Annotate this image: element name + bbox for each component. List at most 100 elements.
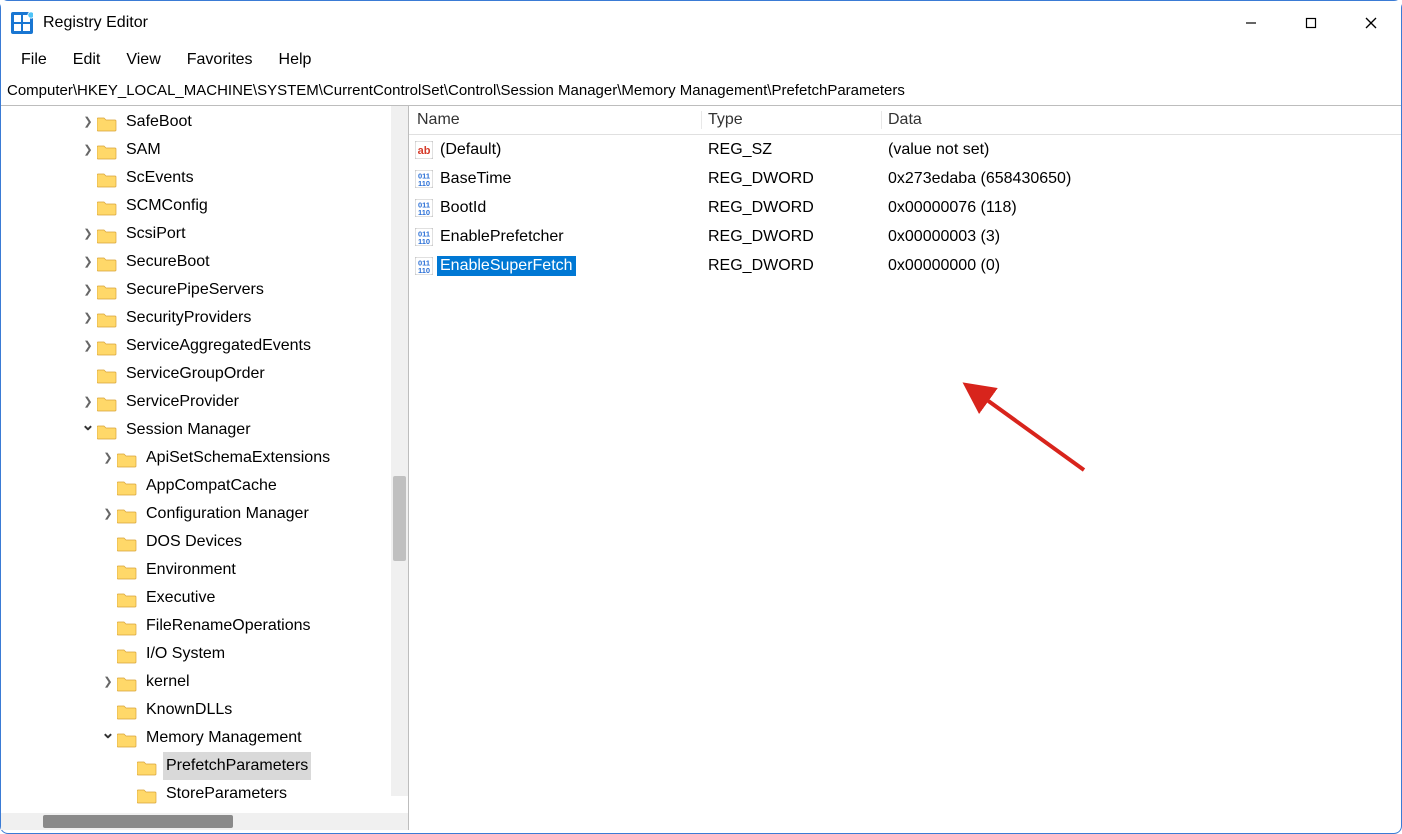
chevron-right-icon[interactable]: ❯ — [81, 136, 95, 164]
tree-item-label: SecurityProviders — [123, 304, 254, 332]
folder-icon — [97, 226, 117, 243]
list-row[interactable]: EnableSuperFetchREG_DWORD0x00000000 (0) — [409, 251, 1401, 280]
list-row[interactable]: EnablePrefetcherREG_DWORD0x00000003 (3) — [409, 222, 1401, 251]
tree-item[interactable]: ❯SafeBoot — [1, 108, 408, 136]
chevron-right-icon[interactable]: ❯ — [81, 332, 95, 360]
chevron-down-icon[interactable]: ⌄ — [81, 412, 95, 440]
value-name: EnablePrefetcher — [437, 227, 567, 247]
scrollbar-thumb[interactable] — [393, 476, 406, 561]
tree-item[interactable]: ⌄Session Manager — [1, 416, 408, 444]
menu-file[interactable]: File — [9, 49, 59, 71]
value-type: REG_DWORD — [702, 228, 882, 246]
chevron-right-icon[interactable]: ❯ — [101, 444, 115, 472]
folder-icon — [117, 702, 137, 719]
tree-item[interactable]: FileRenameOperations — [1, 612, 408, 640]
folder-icon — [117, 674, 137, 691]
value-data: (value not set) — [882, 141, 1401, 159]
tree-item[interactable]: ❯ SecurityProviders — [1, 304, 408, 332]
tree-item-label: ScsiPort — [123, 220, 189, 248]
menu-edit[interactable]: Edit — [61, 49, 113, 71]
dword-value-icon — [415, 257, 433, 275]
tree-item-label: ServiceProvider — [123, 388, 242, 416]
tree-item[interactable]: ❯ApiSetSchemaExtensions — [1, 444, 408, 472]
column-header-type[interactable]: Type — [702, 111, 882, 129]
tree-item[interactable]: Executive — [1, 584, 408, 612]
values-list[interactable]: (Default) REG_SZ(value not set) BaseTimeRE… — [409, 135, 1401, 280]
folder-icon — [97, 114, 117, 131]
tree-item[interactable]: SCMConfig — [1, 192, 408, 220]
folder-icon — [137, 758, 157, 775]
tree-item[interactable]: I/O System — [1, 640, 408, 668]
values-list-panel: Name Type Data (Default) REG_SZ(value not… — [409, 106, 1401, 830]
list-header: Name Type Data — [409, 106, 1401, 135]
chevron-right-icon[interactable]: ❯ — [81, 108, 95, 136]
chevron-right-icon[interactable]: ❯ — [81, 220, 95, 248]
value-type: REG_SZ — [702, 141, 882, 159]
tree-item[interactable]: ❯ SecurePipeServers — [1, 276, 408, 304]
main-split: ❯SafeBoot❯SAMScEventsSCMConfig❯ScsiPort❯… — [1, 106, 1401, 830]
list-row[interactable]: BaseTimeREG_DWORD0x273edaba (658430650) — [409, 164, 1401, 193]
folder-icon — [117, 562, 137, 579]
chevron-right-icon[interactable]: ❯ — [81, 304, 95, 332]
minimize-button[interactable] — [1221, 1, 1281, 45]
menu-favorites[interactable]: Favorites — [175, 49, 265, 71]
value-name: (Default) — [437, 140, 504, 160]
tree-item[interactable]: ScEvents — [1, 164, 408, 192]
chevron-right-icon[interactable]: ❯ — [81, 276, 95, 304]
folder-icon — [97, 254, 117, 271]
scrollbar-thumb[interactable] — [43, 815, 233, 828]
folder-icon — [97, 422, 117, 439]
value-name: BootId — [437, 198, 489, 218]
tree-item-label: Session Manager — [123, 416, 254, 444]
tree-item-label: DOS Devices — [143, 528, 245, 556]
registry-tree[interactable]: ❯SafeBoot❯SAMScEventsSCMConfig❯ScsiPort❯… — [1, 106, 408, 810]
tree-item[interactable]: DOS Devices — [1, 528, 408, 556]
tree-item-label: SAM — [123, 136, 164, 164]
address-bar[interactable]: Computer\HKEY_LOCAL_MACHINE\SYSTEM\Curre… — [1, 78, 1401, 106]
tree-item-label: kernel — [143, 668, 193, 696]
tree-item[interactable]: ❯ServiceAggregatedEvents — [1, 332, 408, 360]
folder-icon — [117, 730, 137, 747]
folder-icon — [117, 478, 137, 495]
tree-item-label: FileRenameOperations — [143, 612, 314, 640]
list-row[interactable]: (Default) REG_SZ(value not set) — [409, 135, 1401, 164]
tree-item[interactable]: ❯ Configuration Manager — [1, 500, 408, 528]
tree-item[interactable]: ❯ ScsiPort — [1, 220, 408, 248]
tree-vertical-scrollbar[interactable] — [391, 106, 408, 796]
tree-item[interactable]: ❯ServiceProvider — [1, 388, 408, 416]
tree-item[interactable]: Environment — [1, 556, 408, 584]
tree-item[interactable]: PrefetchParameters — [1, 752, 408, 780]
column-header-data[interactable]: Data — [882, 111, 1401, 129]
dword-value-icon — [415, 228, 433, 246]
string-value-icon — [415, 141, 433, 159]
chevron-down-icon[interactable]: ⌄ — [101, 720, 115, 748]
close-button[interactable] — [1341, 1, 1401, 45]
tree-item-label: SCMConfig — [123, 192, 211, 220]
menu-help[interactable]: Help — [267, 49, 324, 71]
app-icon — [11, 12, 33, 34]
menu-view[interactable]: View — [114, 49, 172, 71]
tree-item[interactable]: ⌄Memory Management — [1, 724, 408, 752]
maximize-button[interactable] — [1281, 1, 1341, 45]
tree-horizontal-scrollbar[interactable] — [1, 813, 408, 830]
list-row[interactable]: BootIdREG_DWORD0x00000076 (118) — [409, 193, 1401, 222]
tree-item[interactable]: ❯ SAM — [1, 136, 408, 164]
tree-item[interactable]: ❯ kernel — [1, 668, 408, 696]
folder-icon — [117, 618, 137, 635]
tree-item[interactable]: ❯SecureBoot — [1, 248, 408, 276]
tree-item-label: Configuration Manager — [143, 500, 312, 528]
chevron-right-icon[interactable]: ❯ — [81, 248, 95, 276]
folder-icon — [97, 310, 117, 327]
tree-item[interactable]: AppCompatCache — [1, 472, 408, 500]
tree-item-label: Executive — [143, 584, 218, 612]
tree-item[interactable]: StoreParameters — [1, 780, 408, 808]
chevron-right-icon[interactable]: ❯ — [101, 500, 115, 528]
tree-item-label: PrefetchParameters — [163, 752, 311, 780]
tree-item[interactable]: ServiceGroupOrder — [1, 360, 408, 388]
chevron-right-icon[interactable]: ❯ — [101, 668, 115, 696]
folder-icon — [97, 142, 117, 159]
column-header-name[interactable]: Name — [409, 111, 702, 129]
tree-item-label: SecurePipeServers — [123, 276, 267, 304]
tree-item-label: ServiceGroupOrder — [123, 360, 268, 388]
tree-item[interactable]: KnownDLLs — [1, 696, 408, 724]
